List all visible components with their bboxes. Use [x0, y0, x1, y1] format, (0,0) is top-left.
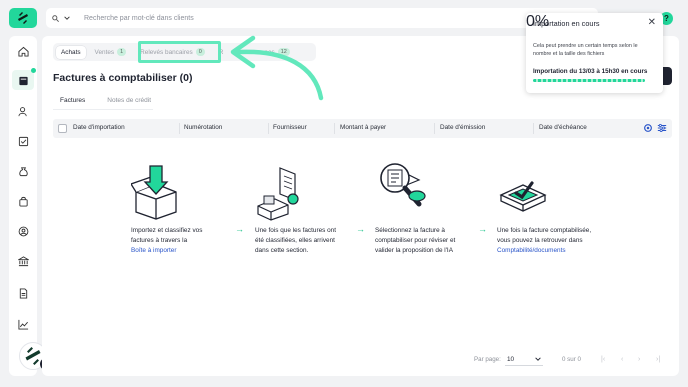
- clients-icon[interactable]: [16, 224, 30, 238]
- step-classified: Une fois que les factures ont été classi…: [255, 227, 336, 254]
- per-page-label: Par page:: [474, 356, 501, 363]
- document-icon[interactable]: [16, 286, 30, 300]
- pagination-range: 0 sur 0: [562, 356, 581, 363]
- arrow-right-icon: →: [478, 224, 487, 234]
- next-page-icon[interactable]: ›: [638, 356, 640, 363]
- column-header[interactable]: Date d'importation: [73, 124, 125, 131]
- tab-achats[interactable]: Achats: [56, 45, 86, 59]
- home-icon[interactable]: [16, 44, 30, 58]
- column-header[interactable]: Numérotation: [184, 124, 222, 131]
- per-page-select[interactable]: 10: [505, 353, 543, 366]
- search-input[interactable]: Recherche par mot-clé dans clients: [84, 15, 194, 22]
- chart-icon[interactable]: [16, 317, 30, 331]
- table-header: Date d'importation Numérotation Fourniss…: [53, 119, 672, 138]
- toast-message: Cela peut prendre un certain temps selon…: [533, 43, 638, 58]
- chevron-down-icon[interactable]: [64, 15, 70, 21]
- shopping-bag-icon[interactable]: [16, 194, 30, 208]
- last-page-icon[interactable]: ›|: [656, 356, 660, 363]
- step-review: Sélectionnez la facture à comptabiliser …: [375, 227, 456, 254]
- filter-icon[interactable]: [657, 123, 667, 133]
- documents-link[interactable]: Comptabilité/documents: [497, 247, 566, 254]
- highlight-box: [138, 41, 221, 63]
- subtabs: Factures Notes de crédit: [53, 96, 158, 110]
- purchases-icon[interactable]: [12, 70, 34, 90]
- invoice-truck-illustration: [257, 167, 299, 221]
- logo-icon: [18, 12, 28, 24]
- chevron-down-icon: [535, 357, 541, 361]
- search-icon: [52, 14, 59, 22]
- contacts-icon[interactable]: [16, 104, 30, 118]
- magnifier-invoice-illustration: [380, 163, 426, 207]
- import-box-link[interactable]: Boîte à importer: [131, 247, 176, 254]
- toast-job: Importation du 13/03 à 15h30 en cours: [533, 68, 648, 75]
- sidebar: [9, 36, 37, 376]
- column-header[interactable]: Montant à payer: [340, 124, 386, 131]
- arrow-right-icon: →: [235, 224, 244, 234]
- arrow-right-icon: →: [356, 224, 365, 234]
- close-icon[interactable]: ✕: [648, 17, 656, 28]
- page-title: Factures à comptabiliser (0): [53, 72, 193, 84]
- subtab-factures[interactable]: Factures: [53, 96, 93, 110]
- toast-shadow-edge: [662, 67, 672, 85]
- column-header[interactable]: Fournisseur: [273, 124, 307, 131]
- money-bag-icon[interactable]: [16, 164, 30, 178]
- subtab-notes-de-credit[interactable]: Notes de crédit: [100, 96, 158, 110]
- tasks-icon[interactable]: [16, 134, 30, 148]
- tab-count: 1: [117, 48, 127, 56]
- app-logo[interactable]: [9, 8, 37, 28]
- notification-dot: [31, 68, 36, 73]
- settings-icon[interactable]: [643, 123, 653, 133]
- checked-box-illustration: [499, 181, 547, 212]
- step-import: Importez et classifiez vos factures à tr…: [131, 227, 203, 254]
- bank-icon[interactable]: [16, 254, 30, 268]
- progress-bar: [533, 79, 645, 82]
- column-header[interactable]: Date d'échéance: [539, 124, 587, 131]
- search-bar[interactable]: Recherche par mot-clé dans clients: [46, 8, 598, 28]
- progress-percent: 0%: [526, 13, 550, 30]
- import-box-illustration: [131, 165, 177, 220]
- tab-ventes[interactable]: Ventes 1: [90, 46, 132, 59]
- first-page-icon[interactable]: |‹: [601, 356, 605, 363]
- step-accounted: Une fois la facture comptabilisée, vous …: [497, 227, 592, 254]
- column-header[interactable]: Date d'émission: [440, 124, 485, 131]
- divider: [53, 109, 153, 110]
- annotation-arrow: [230, 35, 324, 101]
- prev-page-icon[interactable]: ‹: [621, 356, 623, 363]
- select-all-checkbox[interactable]: [58, 124, 67, 133]
